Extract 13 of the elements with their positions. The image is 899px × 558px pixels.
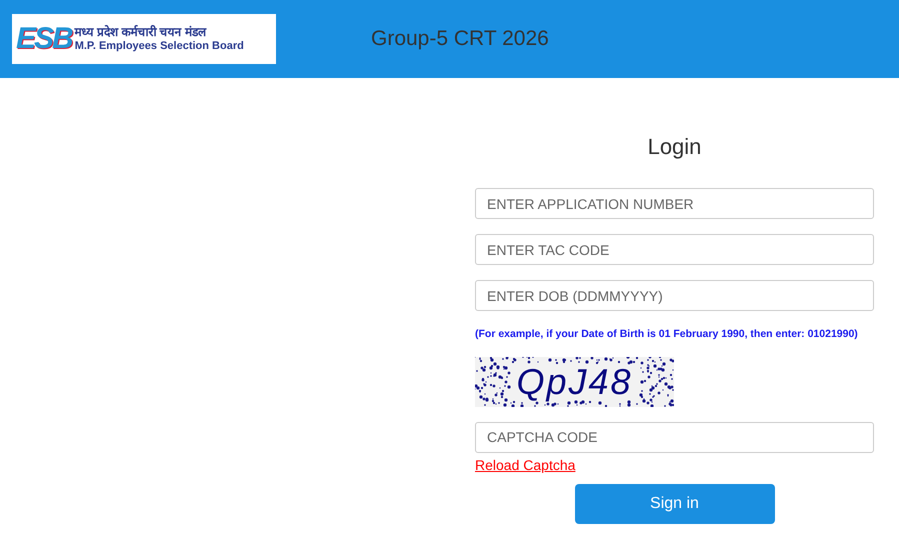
reload-captcha-link[interactable]: Reload Captcha <box>475 454 576 476</box>
text-field[interactable]: ENTER APPLICATION NUMBER <box>475 188 874 219</box>
text-field[interactable]: ENTER DOB (DDMMYYYY) <box>475 280 874 311</box>
page-title: Group-5 CRT 2026 <box>371 26 549 52</box>
text-field[interactable]: ENTER TAC CODE <box>475 234 874 265</box>
logo-english-name: M.P. Employees Selection Board <box>74 40 244 54</box>
captcha-text: QpJ48 <box>516 364 633 400</box>
dob-hint: (For example, if your Date of Birth is 01 February 1990, then enter: 01021990) <box>475 327 859 342</box>
sign-in-button[interactable]: Sign in <box>574 484 774 524</box>
login-heading: Login <box>646 136 702 158</box>
logo-mark: ESB <box>16 24 72 54</box>
logo-hindi-name: मध्य प्रदेश कर्मचारी चयन मंडल <box>74 24 208 40</box>
captcha-field[interactable]: CAPTCHA CODE <box>475 422 874 453</box>
